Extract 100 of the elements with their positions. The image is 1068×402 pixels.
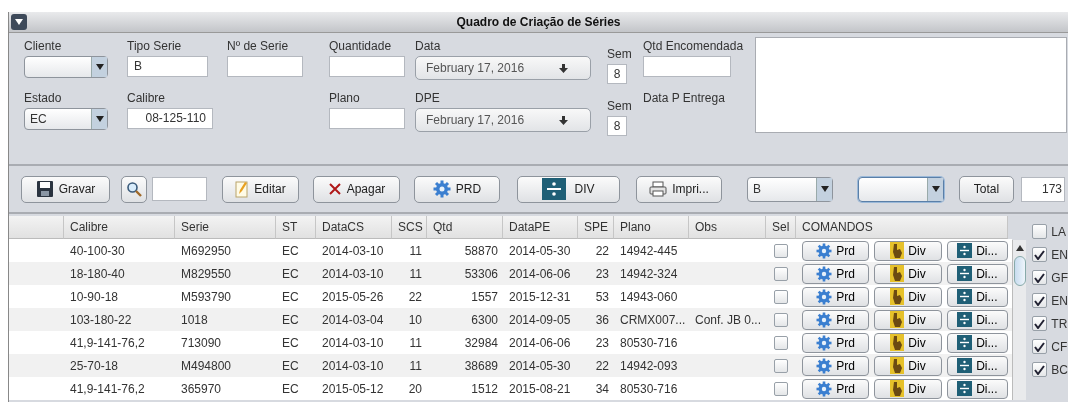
text-field[interactable] xyxy=(227,56,303,77)
checkbox[interactable] xyxy=(774,243,788,258)
table-cell-text: 80530-716 xyxy=(619,380,679,398)
toolbar-button[interactable]: Total xyxy=(959,175,1014,203)
table-cell-text: 713090 xyxy=(180,334,223,352)
check-icon xyxy=(1034,318,1046,329)
scrollbar-thumb[interactable] xyxy=(1014,256,1027,286)
checkbox[interactable] xyxy=(774,358,788,373)
table-cell-text: 6300 xyxy=(470,311,499,329)
checkbox[interactable] xyxy=(1032,339,1048,354)
table-cell-text: 2014-03-04 xyxy=(321,311,385,329)
checkbox[interactable] xyxy=(774,266,788,281)
column-header: DataCS xyxy=(316,216,392,239)
column-header: Qtd xyxy=(427,216,503,239)
field-label: Cliente xyxy=(24,39,63,53)
checkbox[interactable] xyxy=(1032,293,1048,308)
toolbar-button[interactable]: PRD xyxy=(414,175,500,203)
command-button[interactable]: Di... xyxy=(946,378,1008,399)
hand-icon xyxy=(890,242,905,259)
checkbox[interactable] xyxy=(774,381,788,396)
hand-icon xyxy=(890,357,905,374)
dropdown[interactable]: EC xyxy=(24,108,108,130)
gear-icon xyxy=(816,242,833,259)
checkbox[interactable] xyxy=(1032,224,1048,239)
text-field[interactable] xyxy=(329,56,405,77)
command-button[interactable]: Prd xyxy=(802,332,870,353)
dropdown-arrow-icon xyxy=(95,116,104,122)
table-cell-text: 11 xyxy=(408,242,423,260)
table-cell-text: 2014-05-30 xyxy=(508,242,572,260)
command-button[interactable]: Div xyxy=(874,263,942,284)
text-field[interactable]: 08-125-110 xyxy=(127,108,213,129)
checkbox[interactable] xyxy=(1032,270,1048,285)
table-cell-text: 14942-324 xyxy=(619,265,679,283)
table-cell-text: 1557 xyxy=(470,288,499,306)
command-button[interactable]: Prd xyxy=(802,355,870,376)
column-header: Plano xyxy=(614,216,689,239)
table-cell-text: 2015-05-26 xyxy=(321,288,385,306)
date-picker[interactable]: February 17, 2016 xyxy=(415,108,591,132)
command-button[interactable]: Div xyxy=(874,378,942,399)
table-cell-text: 14942-093 xyxy=(619,357,679,375)
checkbox-label: LA xyxy=(1051,223,1066,241)
command-button[interactable]: Div xyxy=(874,332,942,353)
toolbar-button[interactable]: Apagar xyxy=(313,175,400,203)
toolbar-button[interactable]: DIV xyxy=(517,175,620,203)
command-button[interactable]: Div xyxy=(874,240,942,261)
search-button[interactable] xyxy=(121,175,147,203)
command-button[interactable]: Di... xyxy=(946,240,1008,261)
text-field[interactable]: B xyxy=(127,56,208,77)
command-button[interactable]: Div xyxy=(874,309,942,330)
checkbox[interactable] xyxy=(774,312,788,327)
checkbox[interactable] xyxy=(1032,362,1048,377)
command-button[interactable]: Di... xyxy=(946,309,1008,330)
checkbox[interactable] xyxy=(1032,316,1048,331)
table-cell-text: EC xyxy=(281,288,300,306)
date-picker[interactable]: February 17, 2016 xyxy=(415,56,591,80)
table-cell-text: 10 xyxy=(407,311,423,329)
column-header: Serie xyxy=(175,216,276,239)
text-field[interactable] xyxy=(643,56,731,77)
field-label: Estado xyxy=(24,91,63,105)
text-area[interactable] xyxy=(755,37,1067,133)
divide-icon xyxy=(957,335,973,350)
command-button[interactable]: Di... xyxy=(946,263,1008,284)
table-cell-text: 11 xyxy=(408,357,423,375)
command-button[interactable]: Prd xyxy=(802,309,870,330)
checkbox[interactable] xyxy=(774,335,788,350)
command-button[interactable]: Di... xyxy=(946,286,1008,307)
table-cell-text: EC xyxy=(281,242,300,260)
table-cell-text: 2014-03-10 xyxy=(321,265,385,283)
toolbar-button[interactable]: Gravar xyxy=(21,175,110,203)
gear-icon xyxy=(816,334,833,351)
command-button[interactable]: Prd xyxy=(802,378,870,399)
divide-icon xyxy=(957,243,973,258)
dropdown[interactable] xyxy=(24,56,108,78)
toolbar-button[interactable]: Editar xyxy=(222,175,299,203)
command-button[interactable]: Prd xyxy=(802,286,870,307)
table-cell-text: 2014-03-10 xyxy=(321,357,385,375)
table-cell-text: 365970 xyxy=(180,380,223,398)
table-cell-text: 1512 xyxy=(470,380,499,398)
toolbar-button[interactable]: Impri... xyxy=(636,175,722,203)
scroll-up-arrow-icon xyxy=(1016,245,1025,251)
command-button[interactable]: Di... xyxy=(946,332,1008,353)
scrollbar[interactable] xyxy=(1012,240,1027,400)
text-field[interactable] xyxy=(329,108,405,129)
divide-icon xyxy=(957,266,973,281)
checkbox-label: EN xyxy=(1051,246,1068,264)
dropdown[interactable]: B xyxy=(747,176,833,202)
table-cell-text: 2014-09-05 xyxy=(508,311,572,329)
dropdown[interactable] xyxy=(858,176,944,202)
command-button[interactable]: Div xyxy=(874,286,942,307)
window-menu-button[interactable] xyxy=(11,14,27,30)
command-button[interactable]: Di... xyxy=(946,355,1008,376)
command-button[interactable]: Prd xyxy=(802,240,870,261)
checkbox[interactable] xyxy=(774,289,788,304)
window-title: Quadro de Criação de Séries xyxy=(455,14,622,31)
checkbox-label: TR xyxy=(1051,315,1068,333)
checkbox[interactable] xyxy=(1032,247,1048,262)
command-button[interactable]: Div xyxy=(874,355,942,376)
search-field[interactable] xyxy=(152,177,207,201)
column-header: SCS xyxy=(392,216,427,239)
command-button[interactable]: Prd xyxy=(802,263,870,284)
